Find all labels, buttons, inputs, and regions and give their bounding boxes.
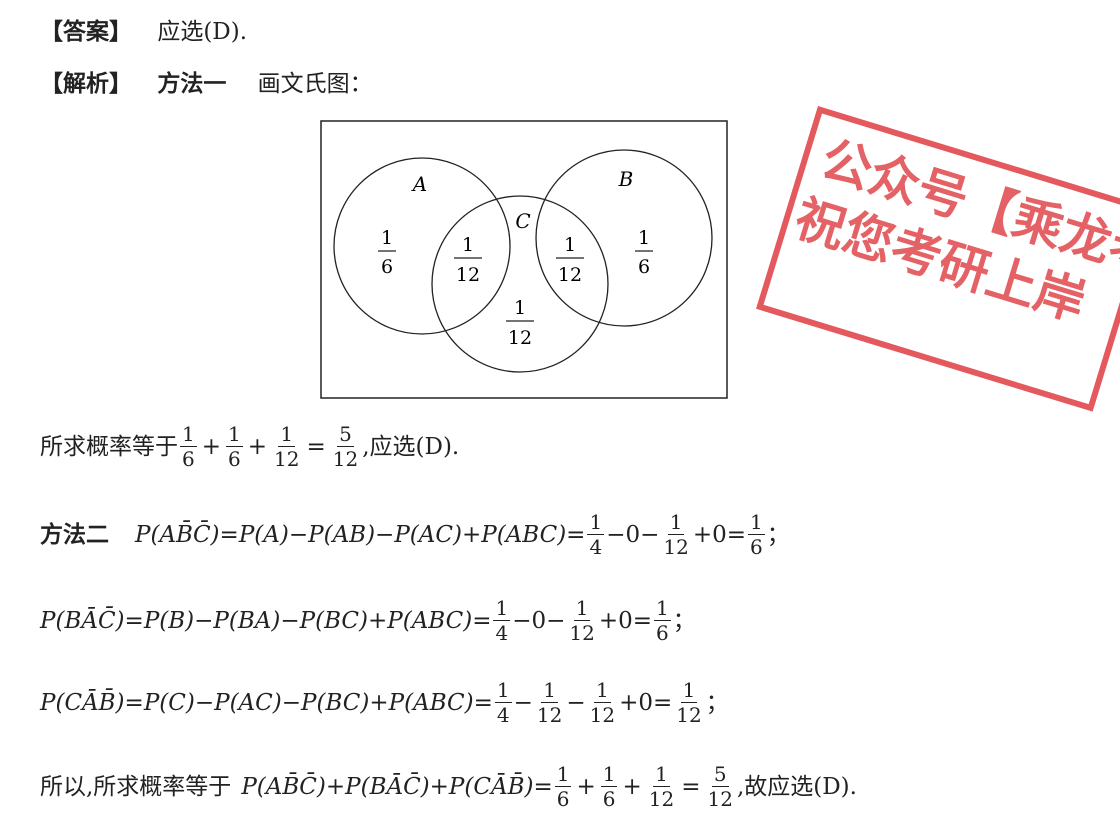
fraction: 14 bbox=[494, 678, 512, 727]
term: ； bbox=[705, 689, 729, 716]
conclusion1-line: 所求概率等于 16 + 16 + 1 12 = 5 12 ,应选(D). bbox=[40, 422, 460, 471]
term: +0= bbox=[619, 689, 673, 716]
method1-title: 方法一 bbox=[157, 71, 227, 97]
term: −0− bbox=[606, 521, 660, 548]
final-expr: P(AB̄C̄)+P(BĀC̄)+P(CĀB̄)= bbox=[241, 773, 553, 800]
method2-title: 方法二 bbox=[40, 521, 109, 548]
fraction: 16 bbox=[226, 422, 243, 471]
analysis-tag: 【解析】 bbox=[40, 71, 132, 97]
fraction: 16 bbox=[654, 596, 671, 645]
answer-tag: 【答案】 bbox=[40, 19, 132, 45]
fraction: 16 bbox=[554, 762, 572, 811]
term: ； bbox=[672, 607, 696, 634]
region-bc-den: 12 bbox=[558, 264, 582, 286]
region-b-den: 6 bbox=[638, 256, 650, 278]
conclusion1-prefix: 所求概率等于 bbox=[40, 433, 178, 460]
region-c-den: 12 bbox=[508, 327, 532, 349]
final-line: 所以,所求概率等于 P(AB̄C̄)+P(BĀC̄)+P(CĀB̄)= 16 +… bbox=[40, 762, 857, 811]
answer-text: 应选(D). bbox=[157, 19, 248, 45]
method2-line2: P(BĀC̄) =P(B)−P(BA)−P(BC)+P(ABC)= 14 −0−… bbox=[40, 596, 696, 645]
fraction: 16 bbox=[748, 510, 765, 559]
final-suffix: ,故应选(D). bbox=[736, 773, 857, 800]
fraction: 5 12 bbox=[707, 762, 733, 811]
region-bc-num: 1 bbox=[564, 234, 576, 256]
fraction: 16 bbox=[180, 422, 197, 471]
region-ac-num: 1 bbox=[462, 234, 474, 256]
fraction: 1 12 bbox=[663, 510, 689, 559]
label-a: A bbox=[411, 172, 427, 196]
label-b: B bbox=[618, 167, 634, 191]
method2-line3: P(CĀB̄) =P(C)−P(AC)−P(BC)+P(ABC)= 14 − 1… bbox=[40, 678, 729, 727]
fraction: 1 12 bbox=[536, 678, 563, 727]
term: − bbox=[513, 689, 533, 716]
fraction: 14 bbox=[493, 596, 511, 645]
lhs: P(AB̄C̄) bbox=[135, 521, 220, 548]
term: +0= bbox=[692, 521, 747, 548]
fraction: 14 bbox=[587, 510, 605, 559]
fraction: 1 12 bbox=[589, 678, 616, 727]
region-c-num: 1 bbox=[514, 297, 526, 319]
lhs: P(CĀB̄) bbox=[40, 689, 125, 716]
fraction: 16 bbox=[600, 762, 618, 811]
region-a-den: 6 bbox=[381, 256, 393, 278]
lhs: P(BĀC̄) bbox=[40, 607, 125, 634]
fraction: 1 12 bbox=[274, 422, 300, 471]
term: − bbox=[566, 689, 586, 716]
method1-text: 画文氏图： bbox=[257, 71, 373, 97]
stamp-watermark: 公众号【乘龙考 祝您考研上岸 bbox=[754, 106, 1120, 422]
fraction: 1 12 bbox=[648, 762, 675, 811]
expr: =P(C)−P(AC)−P(BC)+P(ABC)= bbox=[124, 689, 493, 716]
venn-diagram: A B C 1 6 1 12 1 12 1 6 1 12 bbox=[320, 120, 728, 399]
answer-line: 【答案】 应选(D). bbox=[40, 14, 247, 50]
label-c: C bbox=[515, 209, 530, 233]
conclusion1-suffix: ,应选(D). bbox=[362, 433, 460, 460]
fraction: 1 12 bbox=[676, 678, 702, 727]
region-b-num: 1 bbox=[638, 227, 650, 249]
region-a-num: 1 bbox=[381, 227, 393, 249]
region-ac-den: 12 bbox=[456, 264, 480, 286]
method2-line1: 方法二 P(AB̄C̄) =P(A)−P(AB)−P(AC)+P(ABC)= 1… bbox=[40, 510, 790, 559]
term: −0− bbox=[512, 607, 566, 634]
expr: =P(B)−P(BA)−P(BC)+P(ABC)= bbox=[124, 607, 492, 634]
term: ； bbox=[766, 521, 790, 548]
analysis-line: 【解析】 方法一 画文氏图： bbox=[40, 66, 373, 102]
fraction: 1 12 bbox=[569, 596, 595, 645]
fraction: 5 12 bbox=[332, 422, 359, 471]
term: +0= bbox=[598, 607, 653, 634]
expr: =P(A)−P(AB)−P(AC)+P(ABC)= bbox=[219, 521, 586, 548]
final-prefix: 所以,所求概率等于 bbox=[40, 773, 232, 800]
